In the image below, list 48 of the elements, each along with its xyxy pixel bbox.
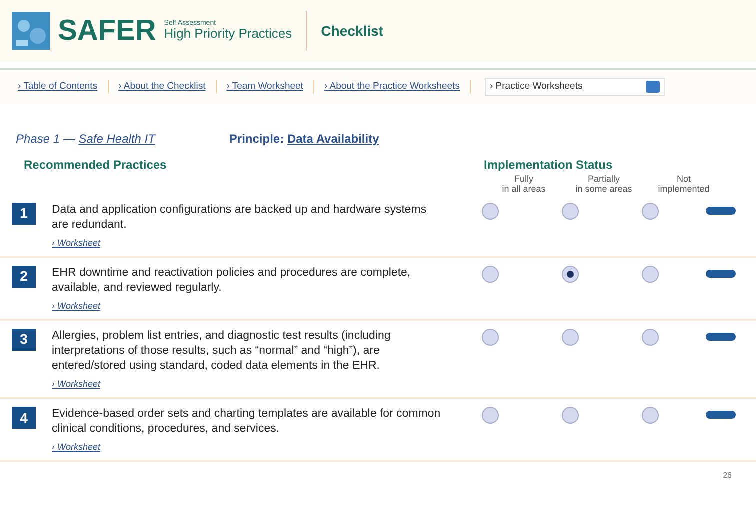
- radio-button[interactable]: [642, 328, 658, 346]
- number-badge: 2: [12, 266, 36, 288]
- radio-button[interactable]: [562, 202, 578, 220]
- radio-button[interactable]: [482, 407, 498, 424]
- reset-button[interactable]: [706, 270, 736, 278]
- reset-button[interactable]: [706, 332, 736, 341]
- principle-title: Principle: Data Availability: [229, 131, 380, 148]
- page-number: 26: [722, 470, 733, 482]
- practice-select[interactable]: › Practice Worksheets: [484, 78, 665, 96]
- phase-title: Phase 1 — Safe Health IT: [16, 131, 156, 148]
- radio-button[interactable]: [562, 266, 578, 283]
- section-title: Checklist: [321, 22, 384, 40]
- logo-icon: [12, 12, 50, 50]
- radio-button[interactable]: [482, 202, 498, 220]
- principle-link[interactable]: Data Availability: [287, 132, 380, 146]
- column-heading: Implementation Status: [484, 157, 613, 174]
- option-label: Partially in some areas: [574, 174, 634, 195]
- worksheet-link[interactable]: › Worksheet: [52, 440, 101, 454]
- worksheet-link[interactable]: › Worksheet: [52, 300, 101, 314]
- dropdown-icon: [646, 81, 660, 93]
- nav-link[interactable]: › About the Checklist: [108, 80, 217, 94]
- practice-text: Data and application configurations are backed up and hardware systems are redundant.: [52, 202, 428, 233]
- worksheet-link[interactable]: › Worksheet: [52, 236, 101, 250]
- option-label: Not implemented: [657, 174, 711, 195]
- number-badge: 3: [12, 328, 36, 351]
- radio-button[interactable]: [642, 407, 658, 424]
- practice-text: EHR downtime and reactivation policies and procedures are complete, available, and reviewed regularly.: [52, 266, 412, 296]
- option-label: Fully in all areas: [501, 174, 547, 195]
- reset-button[interactable]: [706, 206, 736, 215]
- nav-link[interactable]: › About the Practice Worksheets: [314, 80, 471, 94]
- logo-text: SAFER: [58, 16, 156, 46]
- radio-button[interactable]: [562, 328, 578, 346]
- radio-button[interactable]: [642, 266, 658, 283]
- radio-button[interactable]: [482, 266, 498, 283]
- radio-button[interactable]: [562, 407, 578, 424]
- number-badge: 4: [12, 407, 36, 429]
- practice-text: Allergies, problem list entries, and diagnostic test results (including interpretations of those results, such as “normal” and “high”), are entered/stored using standard, coded data elements in the EHR.: [52, 328, 392, 374]
- subtitle-text: High Priority Practices: [164, 27, 292, 42]
- practice-text: Evidence-based order sets and charting templates are available for common clinical conditions, procedures, and services.: [52, 407, 442, 437]
- radio-button[interactable]: [642, 202, 658, 220]
- nav-link[interactable]: › Team Worksheet: [216, 80, 314, 94]
- phase-link[interactable]: Safe Health IT: [78, 132, 156, 146]
- radio-button[interactable]: [482, 328, 498, 346]
- column-heading: Recommended Practices: [24, 157, 168, 174]
- reset-button[interactable]: [706, 411, 736, 419]
- number-badge: 1: [12, 202, 36, 225]
- worksheet-link[interactable]: › Worksheet: [52, 378, 101, 392]
- nav-link[interactable]: › Table of Contents: [8, 80, 109, 94]
